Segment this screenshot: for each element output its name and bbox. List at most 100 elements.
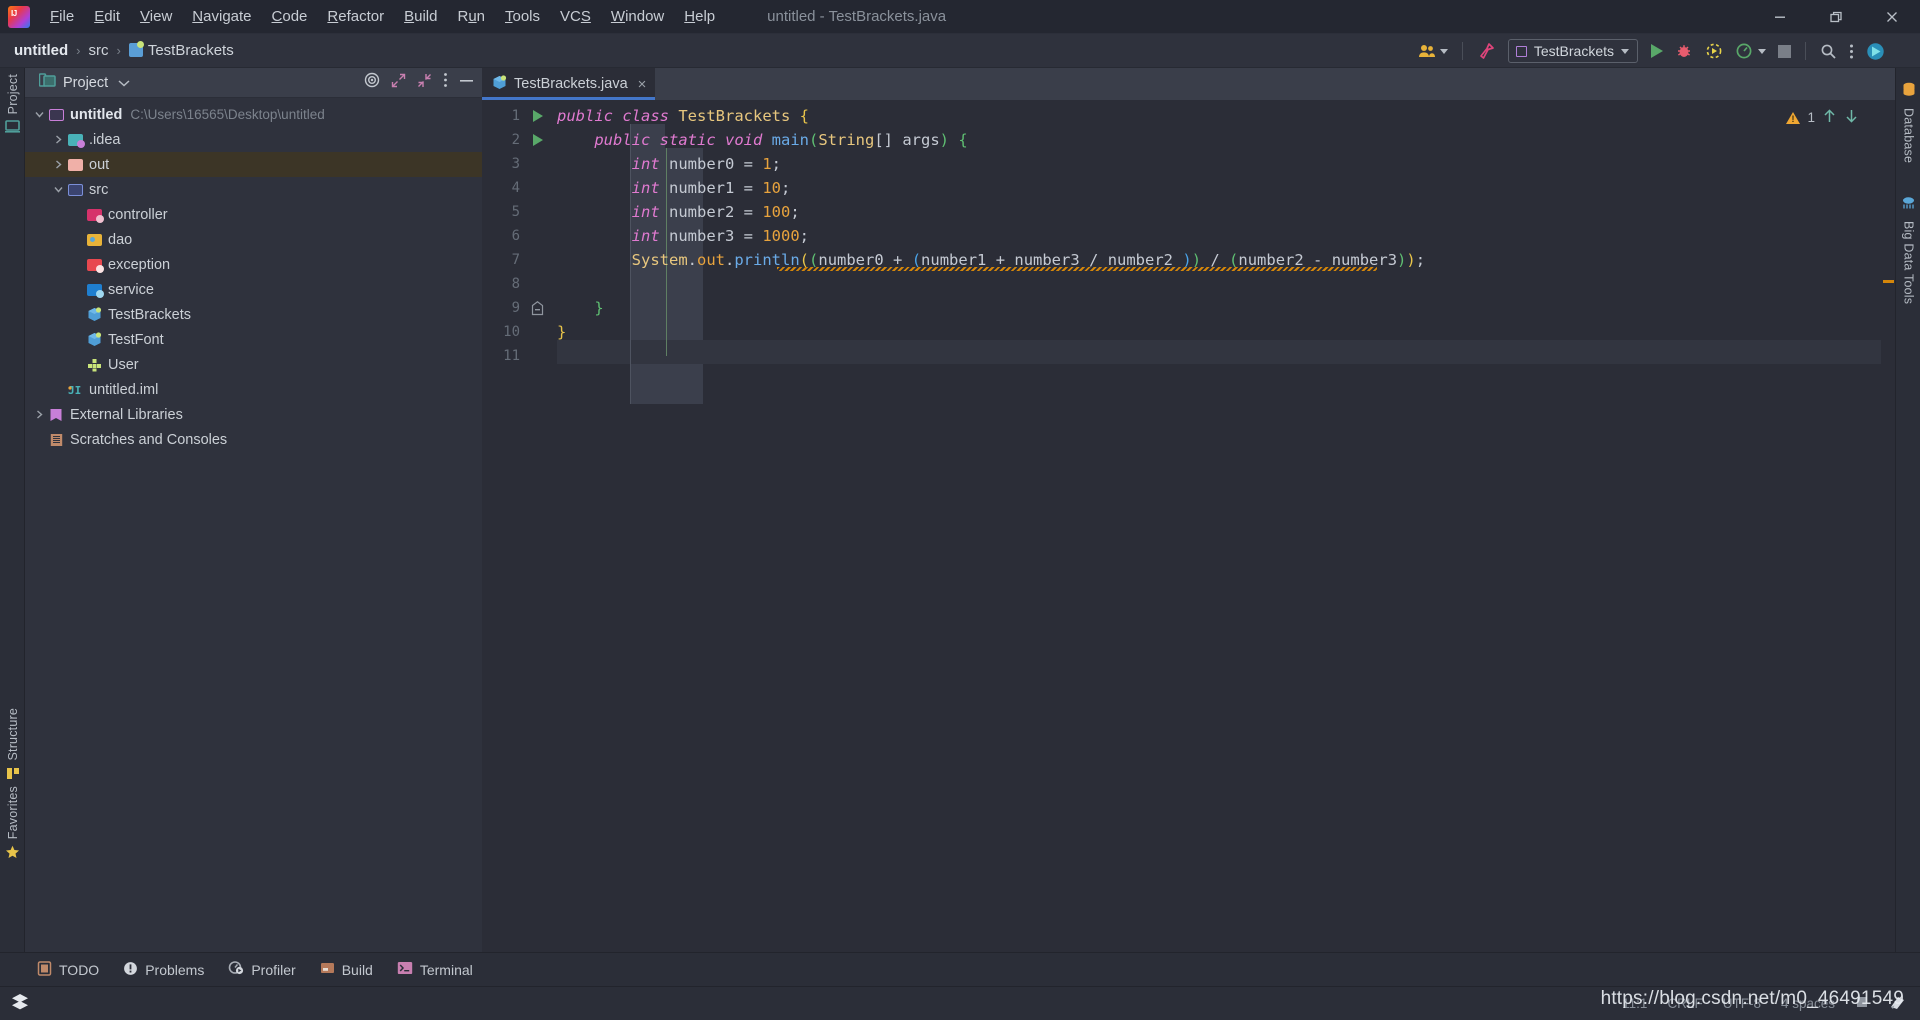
menu-item-run[interactable]: Run [447,4,495,29]
code-with-me-icon[interactable] [1861,38,1890,64]
debug-button[interactable] [1670,38,1698,64]
menu-item-window[interactable]: Window [601,4,674,29]
tree-node--idea[interactable]: .idea [25,127,482,152]
stop-button[interactable] [1773,38,1796,64]
tree-node-user[interactable]: User [25,352,482,377]
target-locate-icon[interactable] [364,72,380,93]
gutter-line-4[interactable]: 4 [482,176,557,200]
chevron-down-icon[interactable] [118,74,130,92]
run-gutter-icon[interactable] [522,133,552,147]
chevron-right-icon[interactable] [50,159,66,170]
close-button[interactable] [1864,0,1920,34]
code-line-3[interactable]: int number0 = 1; [557,152,781,176]
maximize-restore-button[interactable] [1808,0,1864,34]
bottom-item-terminal[interactable]: Terminal [385,961,485,978]
profiler-button[interactable] [1730,38,1771,64]
menu-item-code[interactable]: Code [262,4,318,29]
status-bar-left[interactable] [0,992,30,1015]
search-everywhere-icon[interactable] [1815,38,1842,64]
tree-node-src[interactable]: src [25,177,482,202]
gutter-line-10[interactable]: 10 [482,320,557,344]
chevron-down-icon[interactable] [50,184,66,195]
collaborate-icon[interactable] [1413,38,1453,64]
arrow-down-icon[interactable] [1844,108,1859,127]
expand-all-icon[interactable] [391,73,406,93]
gutter-line-9[interactable]: 9 [482,296,557,320]
bottom-item-todo[interactable]: TODO [25,960,111,979]
syntax-warning-squiggle [777,267,1377,271]
sidebar-item-structure[interactable]: Structure [0,708,25,785]
menu-item-help[interactable]: Help [674,4,725,29]
sidebar-item-project[interactable]: Project [0,74,25,138]
code-line-10[interactable]: } [557,320,566,344]
warning-marker[interactable] [1883,280,1894,283]
sidebar-item-big-data-tools[interactable]: Big Data Tools [1896,196,1920,304]
menu-item-navigate[interactable]: Navigate [182,4,261,29]
gutter-line-11[interactable]: 11 [482,344,557,368]
chevron-right-icon[interactable] [31,409,47,420]
more-options-icon[interactable] [443,72,448,93]
tree-node-testfont[interactable]: TestFont [25,327,482,352]
tree-node-untitled-iml[interactable]: JI untitled.iml [25,377,482,402]
code-line-6[interactable]: int number3 = 1000; [557,224,809,248]
arrow-up-icon[interactable] [1822,108,1837,127]
tree-node-external-libraries[interactable]: External Libraries [25,402,482,427]
menu-item-edit[interactable]: Edit [84,4,130,29]
code-content[interactable]: public class TestBrackets { public stati… [557,100,1895,952]
chevron-right-icon[interactable] [50,134,66,145]
gutter-line-6[interactable]: 6 [482,224,557,248]
bottom-item-profiler[interactable]: Profiler [216,960,307,979]
collapse-all-icon[interactable] [417,73,432,93]
gutter-line-1[interactable]: 1 [482,104,557,128]
breadcrumb-item-testbrackets[interactable]: TestBrackets [127,41,236,59]
breadcrumb-item-untitled[interactable]: untitled [12,42,70,59]
tree-node-exception[interactable]: exception [25,252,482,277]
gutter-line-3[interactable]: 3 [482,152,557,176]
gutter-line-2[interactable]: 2 [482,128,557,152]
code-fold-icon[interactable] [522,300,552,316]
tree-node-service[interactable]: service [25,277,482,302]
menu-item-build[interactable]: Build [394,4,447,29]
menu-item-vcs[interactable]: VCS [550,4,601,29]
inspection-widget[interactable]: 1 [1786,108,1859,127]
editor-tab-testbrackets[interactable]: TestBrackets.java × [482,68,656,100]
chevron-down-icon[interactable] [31,109,47,120]
gutter-line-8[interactable]: 8 [482,272,557,296]
project-tree[interactable]: untitled C:\Users\16565\Desktop\untitled.… [25,98,482,452]
menu-item-tools[interactable]: Tools [495,4,550,29]
tree-node-controller[interactable]: controller [25,202,482,227]
minimize-button[interactable] [1752,0,1808,34]
menu-item-refactor[interactable]: Refactor [317,4,394,29]
run-button[interactable] [1646,38,1668,64]
hide-tool-window-icon[interactable] [459,73,474,93]
menu-item-file[interactable]: File [40,4,84,29]
bottom-item-problems[interactable]: Problems [111,961,216,979]
more-options-icon[interactable] [1844,38,1859,64]
gutter-line-5[interactable]: 5 [482,200,557,224]
run-gutter-icon[interactable] [522,109,552,123]
tree-node-dao[interactable]: dao [25,227,482,252]
tree-node-scratches-and-consoles[interactable]: Scratches and Consoles [25,427,482,452]
tree-node-untitled[interactable]: untitled C:\Users\16565\Desktop\untitled [25,102,482,127]
editor-gutter[interactable]: 1 2 3 4 5 6 7 8 9 10 11 [482,100,557,952]
editor-marker-strip[interactable] [1881,100,1895,952]
sidebar-item-favorites[interactable]: Favorites [0,786,25,864]
code-line-9[interactable]: } [557,296,603,320]
code-line-1[interactable]: public class TestBrackets { [557,104,809,128]
tree-node-out[interactable]: out [25,152,482,177]
bottom-item-build[interactable]: Build [308,961,385,978]
sidebar-item-database[interactable]: Database [1896,82,1920,163]
code-line-4[interactable]: int number1 = 10; [557,176,791,200]
breadcrumb-item-src[interactable]: src [87,42,111,59]
tree-node-testbrackets[interactable]: TestBrackets [25,302,482,327]
menu-item-view[interactable]: View [130,4,182,29]
layers-icon[interactable] [10,992,30,1015]
code-editor[interactable]: 1 2 3 4 5 6 7 8 9 10 11 public class TestBrackets … [482,100,1895,952]
code-line-5[interactable]: int number2 = 100; [557,200,800,224]
code-line-2[interactable]: public static void main(String[] args) { [557,128,967,152]
close-icon[interactable]: × [638,76,647,93]
updates-hammer-icon[interactable] [1472,38,1500,64]
run-with-coverage-button[interactable] [1700,38,1728,64]
gutter-line-7[interactable]: 7 [482,248,557,272]
run-configuration-selector[interactable]: TestBrackets [1507,39,1638,63]
